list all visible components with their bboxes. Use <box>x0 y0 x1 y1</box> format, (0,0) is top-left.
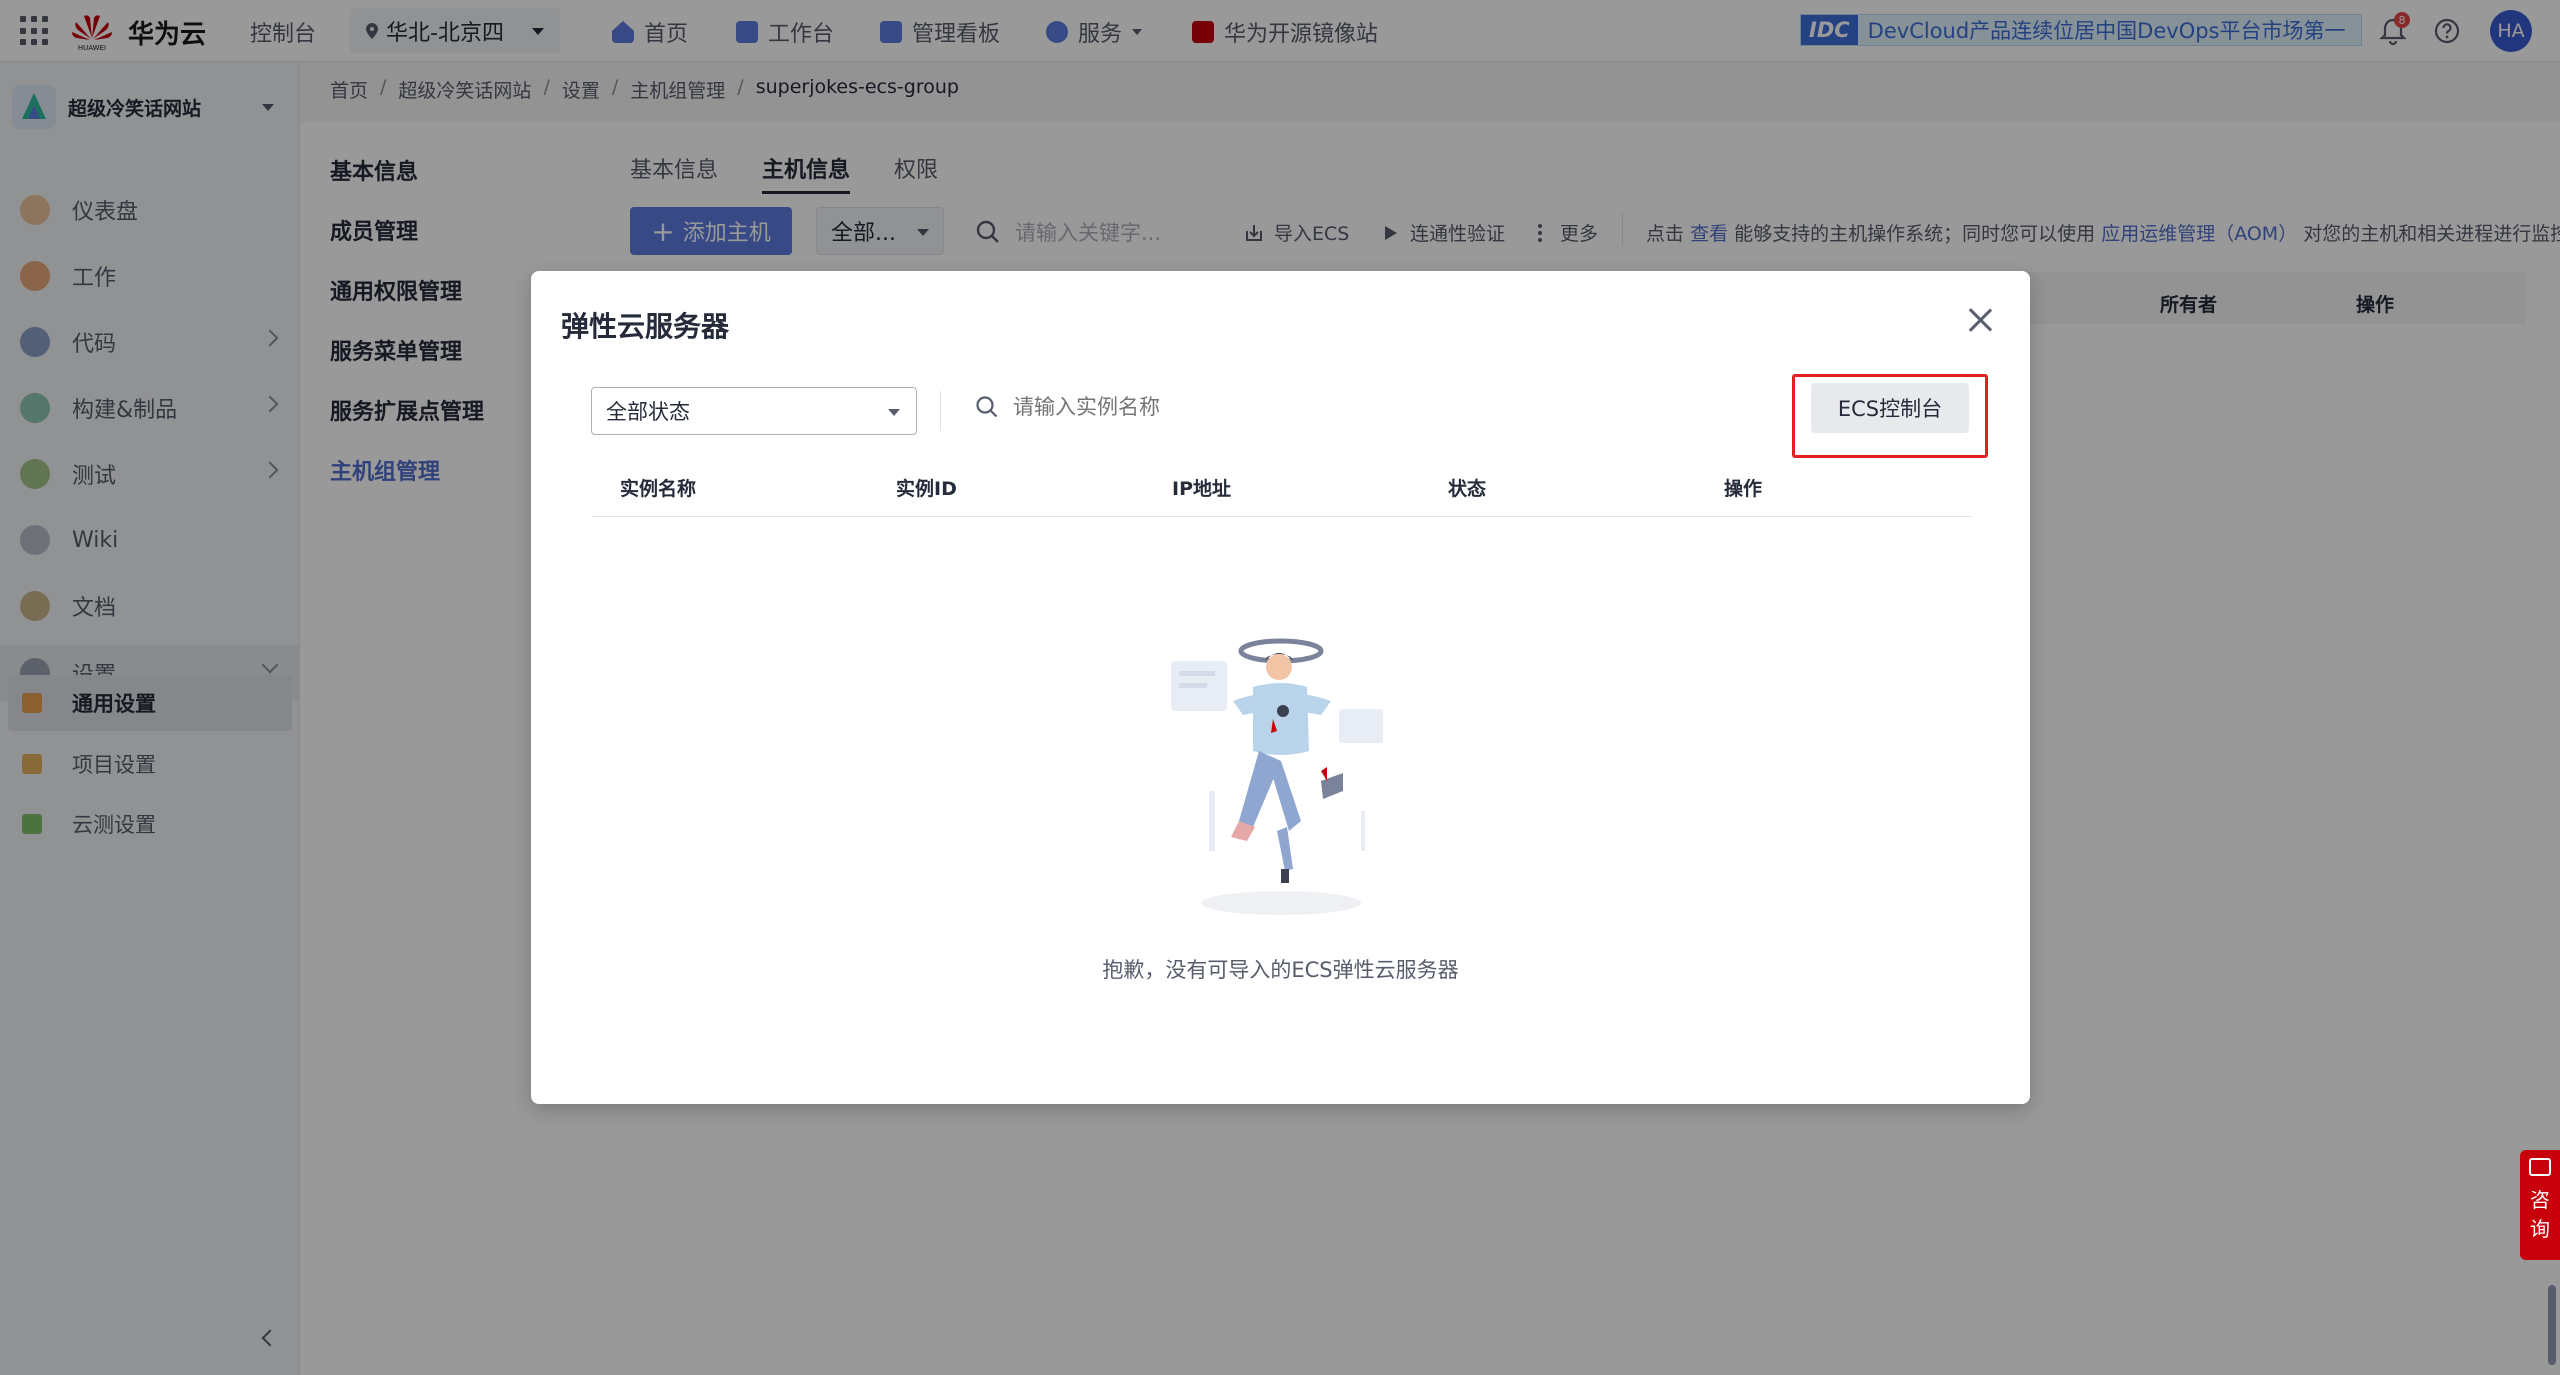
empty-state-text: 抱歉，没有可导入的ECS弹性云服务器 <box>1102 958 1459 982</box>
instance-search-input[interactable] <box>1013 395 1513 419</box>
ecs-console-button[interactable]: ECS控制台 <box>1811 383 1969 433</box>
column-status: 状态 <box>1448 478 1487 500</box>
column-operation: 操作 <box>1724 478 1763 500</box>
scrollbar-thumb[interactable] <box>2548 1285 2556 1365</box>
dialog-title: 弹性云服务器 <box>561 310 730 343</box>
instance-search <box>975 395 1513 419</box>
chevron-down-icon <box>888 409 900 416</box>
column-ip: IP地址 <box>1172 478 1231 500</box>
table-divider <box>591 516 1971 517</box>
consult-button[interactable]: 咨 询 <box>2520 1150 2560 1260</box>
divider <box>940 391 941 431</box>
close-icon[interactable] <box>1967 307 1993 333</box>
empty-state-illustration <box>1171 638 1383 915</box>
column-instance-name: 实例名称 <box>620 478 697 500</box>
column-instance-id: 实例ID <box>896 478 957 500</box>
ecs-dialog: 弹性云服务器 全部状态 ECS控制台 实例名称 实例ID IP地址 状态 操作 <box>531 271 2030 1104</box>
status-select[interactable]: 全部状态 <box>591 387 917 435</box>
search-icon <box>976 396 998 418</box>
chat-icon <box>2529 1158 2551 1176</box>
